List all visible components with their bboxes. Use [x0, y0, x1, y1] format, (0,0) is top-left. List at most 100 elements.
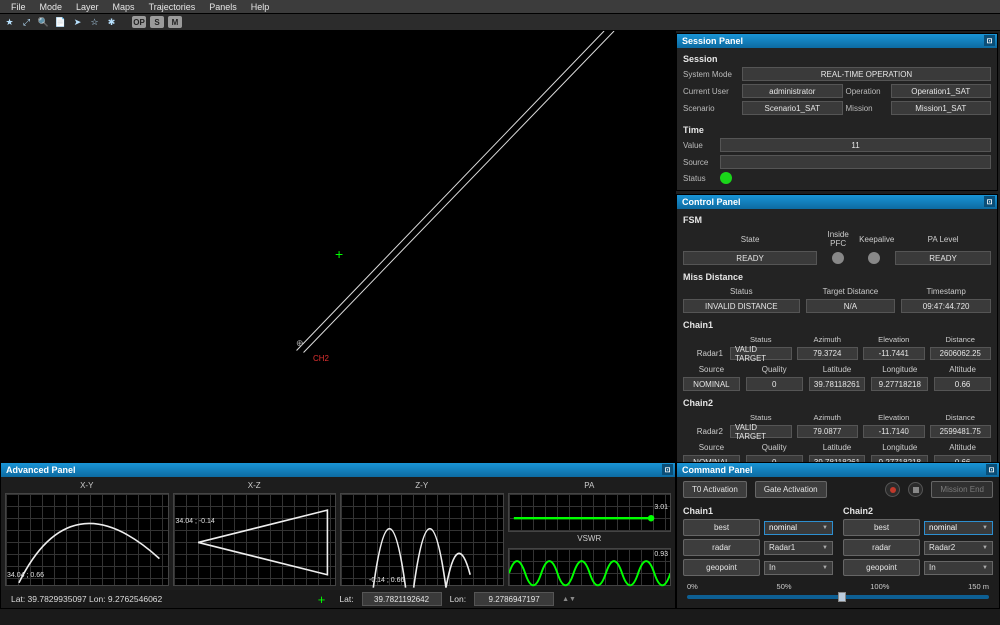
menu-help[interactable]: Help: [244, 2, 277, 12]
advanced-close-icon[interactable]: ⊡: [662, 464, 673, 475]
chain1-subheader: Chain1: [683, 320, 991, 330]
session-title: Session Panel: [682, 36, 743, 46]
fsm-state-value: READY: [683, 251, 817, 265]
chain2-alt: 0.66: [934, 455, 991, 462]
advanced-title: Advanced Panel: [6, 465, 76, 475]
chain2-lon: 9.27718218: [871, 455, 928, 462]
chain2-radar-label: Radar2: [683, 427, 725, 436]
status-dot-icon: [720, 172, 732, 184]
command-close-icon[interactable]: ⊡: [986, 464, 997, 475]
time-source-value: [720, 155, 991, 169]
cmd-chain1-radar-button[interactable]: radar: [683, 539, 760, 556]
cmd-chain2-geo-button[interactable]: geopoint: [843, 559, 920, 576]
menu-panels[interactable]: Panels: [202, 2, 244, 12]
chain2-el: -11.7140: [863, 425, 925, 438]
tool-icon-4[interactable]: 📄: [54, 16, 67, 29]
chain2-status: VALID TARGET: [730, 425, 792, 438]
ch2-label: CH2: [313, 354, 329, 363]
chain1-az: 79.3724: [797, 347, 859, 360]
chain2-dist: 2599481.75: [930, 425, 992, 438]
tool-icon-1[interactable]: ★: [3, 16, 16, 29]
tool-icon-6[interactable]: ☆: [88, 16, 101, 29]
miss-col-status: Status: [683, 287, 800, 296]
cmd-chain2-geo-select[interactable]: In▼: [924, 561, 993, 575]
cmd-chain1-radar-select[interactable]: Radar1▼: [764, 541, 833, 555]
plot-pa: PA 3.01 VSWR 0.93: [508, 481, 672, 586]
miss-col-ts: Timestamp: [901, 287, 991, 296]
chain1-lon: 9.27718218: [871, 377, 928, 391]
record-button[interactable]: [885, 482, 900, 497]
miss-col-target: Target Distance: [806, 287, 896, 296]
stop-button[interactable]: [908, 482, 923, 497]
mode-op[interactable]: OP: [132, 16, 146, 28]
cmd-chain1-best-button[interactable]: best: [683, 519, 760, 536]
lon-label: Lon:: [450, 594, 467, 604]
session-close-icon[interactable]: ⊡: [984, 35, 995, 46]
cmd-chain2-nominal-select[interactable]: nominal▼: [924, 521, 993, 535]
session-panel: Session Panel⊡ Session System ModeREAL-T…: [676, 33, 998, 191]
chain1-alt: 0.66: [934, 377, 991, 391]
fsm-col-state: State: [683, 235, 817, 244]
operation-label: Operation: [846, 87, 888, 96]
cmd-chain2-radar-button[interactable]: radar: [843, 539, 920, 556]
lat-label: Lat:: [339, 594, 353, 604]
map-view[interactable]: + ⊕ CH2: [0, 31, 676, 462]
gate-activation-button[interactable]: Gate Activation: [755, 481, 827, 498]
menu-layer[interactable]: Layer: [69, 2, 106, 12]
cmd-chain1-geo-button[interactable]: geopoint: [683, 559, 760, 576]
chain1-radar-label: Radar1: [683, 349, 725, 358]
plot-xz: X-Z 34.04 ; -0.14: [173, 481, 337, 586]
chain1-lat: 39.78118261: [809, 377, 866, 391]
miss-status-value: INVALID DISTANCE: [683, 299, 800, 313]
status-latlon: Lat: 39.7829935097 Lon: 9.2762546062: [11, 594, 162, 604]
xy-note: 34.04 ; 0.66: [7, 572, 44, 579]
tool-icon-7[interactable]: ✱: [105, 16, 118, 29]
mission-value: Mission1_SAT: [891, 101, 992, 115]
fsm-col-keepalive: Keepalive: [859, 235, 889, 244]
t0-activation-button[interactable]: T0 Activation: [683, 481, 747, 498]
menu-file[interactable]: File: [4, 2, 33, 12]
cmd-chain2-hdr: Chain2: [843, 506, 993, 516]
control-close-icon[interactable]: ⊡: [984, 196, 995, 207]
cmd-chain2-radar-select[interactable]: Radar2▼: [924, 541, 993, 555]
fsm-col-pfc: Inside PFC: [823, 230, 853, 248]
plot-xy: X-Y 34.04 ; 0.66: [5, 481, 169, 586]
cmd-chain2-best-button[interactable]: best: [843, 519, 920, 536]
target-marker-icon: ⊕: [296, 338, 304, 346]
cmd-chain1-nominal-select[interactable]: nominal▼: [764, 521, 833, 535]
chain2-az: 79.0877: [797, 425, 859, 438]
mode-s[interactable]: S: [150, 16, 164, 28]
plot-zy: Z-Y -0.14 ; 0.66: [340, 481, 504, 586]
time-source-label: Source: [683, 158, 717, 167]
scale-thumb[interactable]: [838, 592, 846, 602]
system-mode-label: System Mode: [683, 70, 739, 79]
menu-trajectories[interactable]: Trajectories: [142, 2, 203, 12]
mission-end-button[interactable]: Mission End: [931, 481, 993, 498]
chain2-source: NOMINAL: [683, 455, 740, 462]
crosshair-icon: +: [335, 246, 343, 262]
time-value: 11: [720, 138, 991, 152]
lat-input[interactable]: 39.7821192642: [362, 592, 442, 606]
tool-icon-2[interactable]: ⤢: [20, 16, 33, 29]
control-title: Control Panel: [682, 197, 741, 207]
tool-icon-3[interactable]: 🔍: [37, 16, 50, 29]
fsm-subheader: FSM: [683, 215, 991, 225]
scale-slider[interactable]: 0% 50% 100% 150 m: [677, 578, 999, 601]
control-panel: Control Panel ⊡ FSM State Inside PFC Keep…: [676, 194, 998, 462]
scenario-label: Scenario: [683, 104, 739, 113]
cmd-chain1-geo-select[interactable]: In▼: [764, 561, 833, 575]
menu-mode[interactable]: Mode: [33, 2, 70, 12]
menu-maps[interactable]: Maps: [106, 2, 142, 12]
operation-value: Operation1_SAT: [891, 84, 992, 98]
tool-icon-5[interactable]: ➤: [71, 16, 84, 29]
time-value-label: Value: [683, 141, 717, 150]
current-user-value: administrator: [742, 84, 843, 98]
mode-m[interactable]: M: [168, 16, 182, 28]
command-panel: Command Panel⊡ T0 Activation Gate Activa…: [676, 462, 1000, 609]
toolbar: ★ ⤢ 🔍 📄 ➤ ☆ ✱ OP S M: [0, 14, 1000, 31]
chain1-source: NOMINAL: [683, 377, 740, 391]
fsm-keepalive-dot-icon: [868, 252, 880, 264]
miss-ts-value: 09:47:44.720: [901, 299, 991, 313]
menubar: File Mode Layer Maps Trajectories Panels…: [0, 0, 1000, 14]
miss-subheader: Miss Distance: [683, 272, 991, 282]
